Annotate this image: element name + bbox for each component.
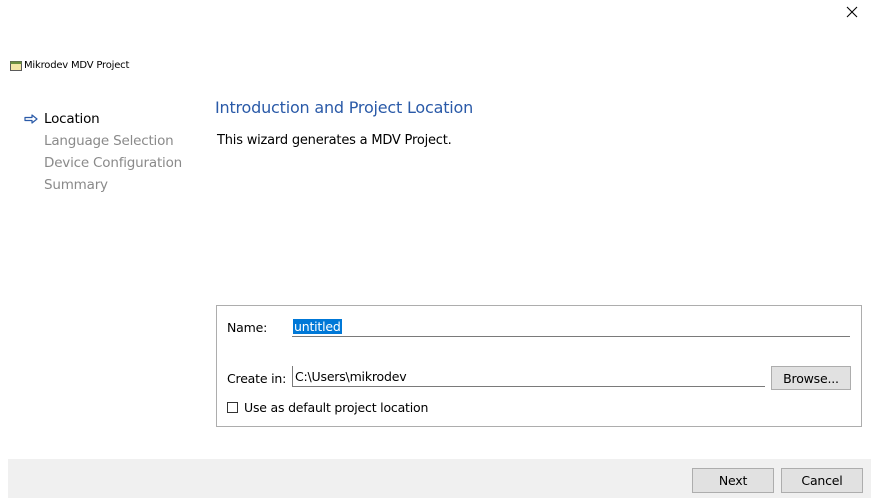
default-location-checkbox[interactable] bbox=[227, 402, 238, 413]
default-location-row: Use as default project location bbox=[227, 400, 428, 415]
create-in-input[interactable]: C:\Users\mikrodev bbox=[292, 366, 765, 387]
step-device-configuration-label: Device Configuration bbox=[44, 155, 183, 171]
wizard-steps: Location Language Selection Device Confi… bbox=[24, 108, 204, 196]
step-device-configuration: Device Configuration bbox=[24, 152, 204, 174]
browse-button[interactable]: Browse... bbox=[771, 366, 851, 390]
create-in-label: Create in: bbox=[227, 371, 287, 386]
name-input[interactable]: untitled bbox=[292, 316, 850, 337]
window-title: Mikrodev MDV Project bbox=[24, 60, 130, 71]
name-label: Name: bbox=[227, 320, 268, 335]
close-icon bbox=[846, 6, 858, 18]
step-location: Location bbox=[24, 108, 204, 130]
close-button[interactable] bbox=[840, 2, 864, 22]
window-app-icon bbox=[10, 60, 22, 71]
cancel-button[interactable]: Cancel bbox=[781, 468, 863, 493]
step-location-label: Location bbox=[44, 111, 100, 127]
current-step-arrow-icon bbox=[24, 114, 44, 124]
wizard-window: Mikrodev MDV Project Location Language S… bbox=[0, 0, 878, 498]
page-description: This wizard generates a MDV Project. bbox=[217, 133, 452, 148]
default-location-label: Use as default project location bbox=[244, 400, 429, 415]
create-in-input-value: C:\Users\mikrodev bbox=[295, 369, 407, 384]
project-location-form: Name: untitled Create in: C:\Users\mikro… bbox=[216, 305, 862, 427]
name-input-value: untitled bbox=[293, 319, 342, 334]
next-button[interactable]: Next bbox=[692, 468, 774, 493]
wizard-footer: Next Cancel bbox=[8, 459, 871, 498]
step-summary-label: Summary bbox=[44, 177, 108, 193]
step-language-selection: Language Selection bbox=[24, 130, 204, 152]
page-title: Introduction and Project Location bbox=[215, 98, 474, 117]
step-summary: Summary bbox=[24, 174, 204, 196]
window-title-row: Mikrodev MDV Project bbox=[10, 60, 129, 71]
step-language-selection-label: Language Selection bbox=[44, 133, 174, 149]
